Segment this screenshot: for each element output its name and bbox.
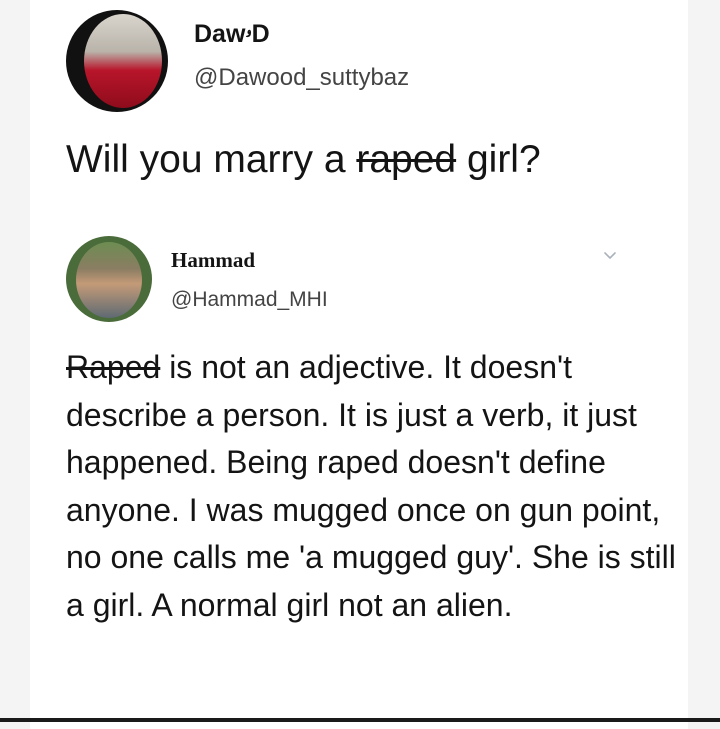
reply-text: Raped is not an adjective. It doesn't de… [66, 344, 678, 629]
bottom-divider [0, 718, 720, 722]
tweet-text-end: girl? [456, 138, 541, 181]
tweet-card: DawۥD @Dawood_suttybaz Will you marry a … [30, 0, 688, 729]
struck-word: Raped [66, 349, 161, 385]
author-handle[interactable]: @Dawood_suttybaz [194, 64, 409, 92]
tweet-text-start: Will you marry a [66, 138, 357, 181]
avatar[interactable] [66, 10, 168, 112]
tweet-text: Will you marry a raped girl? [66, 138, 541, 182]
reply-author-name[interactable]: Hammad [171, 248, 255, 273]
chevron-down-icon[interactable] [602, 248, 618, 264]
reply-author-handle[interactable]: @Hammad_MHI [171, 288, 328, 312]
reply-text-body: is not an adjective. It doesn't describe… [66, 349, 676, 623]
reply-avatar[interactable] [66, 236, 152, 322]
author-name[interactable]: DawۥD [194, 20, 270, 49]
avatar-photo [76, 242, 142, 318]
avatar-photo [84, 14, 162, 108]
struck-word: raped [356, 138, 457, 181]
